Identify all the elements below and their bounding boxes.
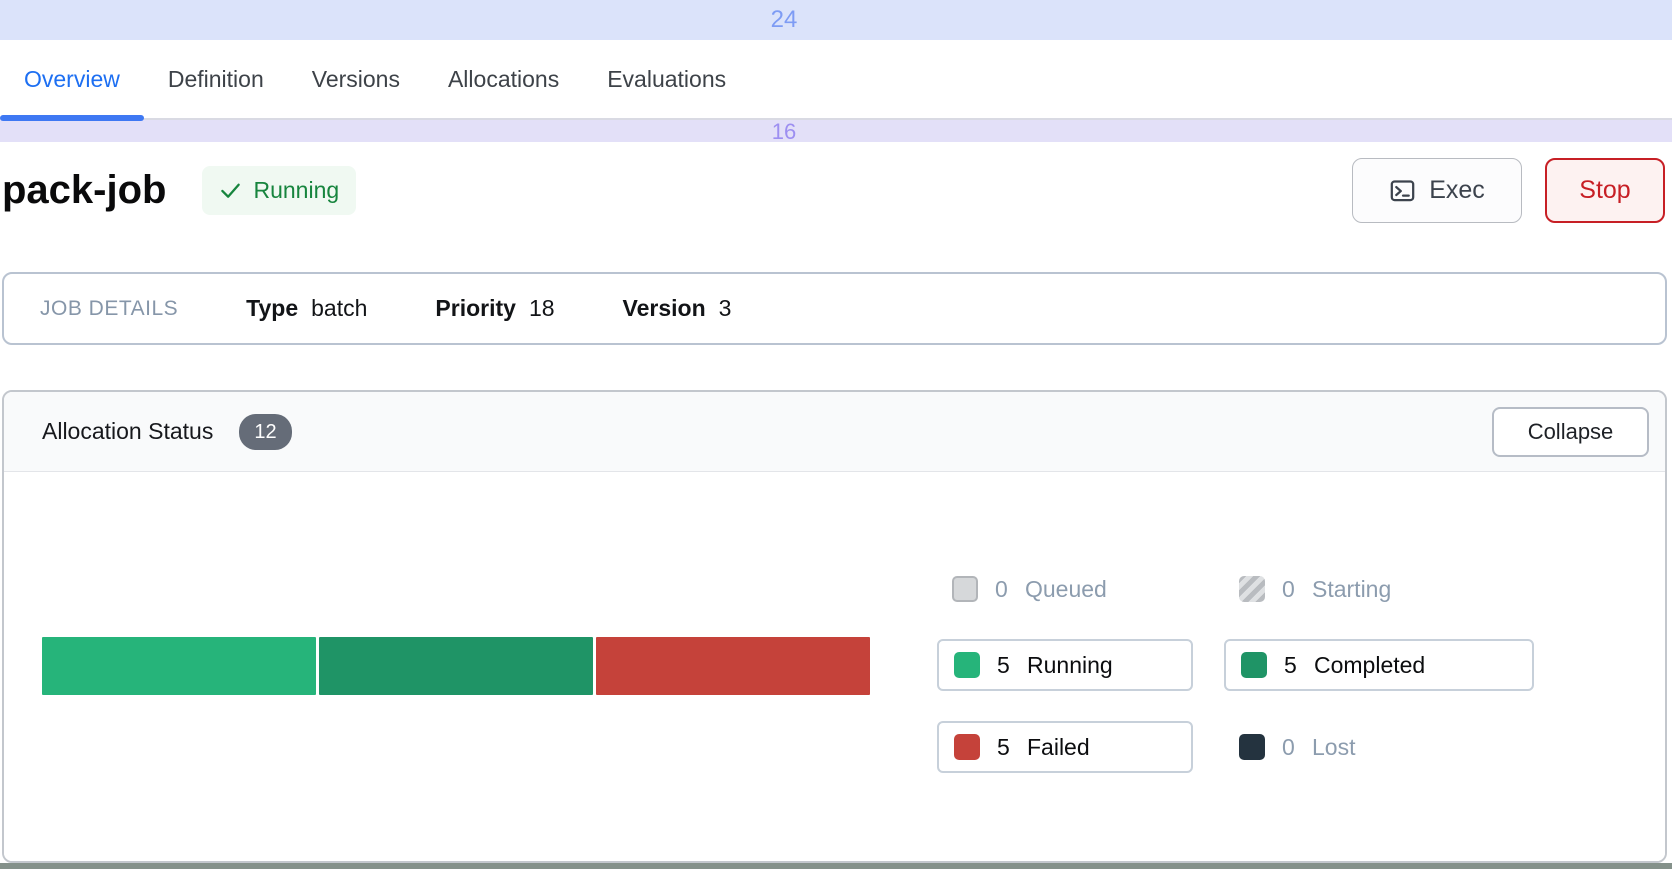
allocation-status-legend: 0 Queued 0 Starting 5 Running 5 Complete… — [937, 569, 1534, 773]
legend-item-queued: 0 Queued — [937, 569, 1193, 609]
running-swatch-icon — [954, 652, 980, 678]
spacing-overlay-16: 16 — [0, 120, 1672, 142]
exec-button[interactable]: Exec — [1352, 158, 1522, 223]
legend-running-count: 5 — [997, 652, 1010, 679]
tab-allocations-label: Allocations — [448, 66, 559, 93]
job-type-value: batch — [311, 295, 367, 322]
status-badge: Running — [202, 166, 356, 215]
legend-lost-label: Lost — [1312, 734, 1355, 761]
page-header: pack-job Running Exec Stop — [0, 158, 1672, 223]
collapse-button[interactable]: Collapse — [1492, 407, 1649, 457]
spacing-overlay-16-label: 16 — [0, 120, 1568, 143]
exec-button-label: Exec — [1429, 176, 1485, 205]
legend-item-failed[interactable]: 5 Failed — [937, 721, 1193, 773]
tab-evaluations[interactable]: Evaluations — [583, 40, 750, 118]
legend-item-running[interactable]: 5 Running — [937, 639, 1193, 691]
job-type-field: Type batch — [246, 295, 367, 322]
tab-definition-label: Definition — [168, 66, 264, 93]
job-tab-bar: Overview Definition Versions Allocations… — [0, 40, 1672, 120]
job-version-field: Version 3 — [623, 295, 732, 322]
lost-swatch-icon — [1239, 734, 1265, 760]
legend-item-lost: 0 Lost — [1224, 721, 1534, 773]
status-badge-label: Running — [253, 177, 339, 204]
legend-item-completed[interactable]: 5 Completed — [1224, 639, 1534, 691]
legend-completed-label: Completed — [1314, 652, 1425, 679]
job-version-value: 3 — [719, 295, 732, 322]
check-icon — [219, 179, 242, 202]
tab-overview[interactable]: Overview — [0, 40, 144, 118]
job-details-bar: JOB DETAILS Type batch Priority 18 Versi… — [2, 272, 1667, 345]
legend-completed-count: 5 — [1284, 652, 1297, 679]
legend-running-label: Running — [1027, 652, 1113, 679]
tab-versions-label: Versions — [312, 66, 400, 93]
tab-overview-label: Overview — [24, 66, 120, 93]
allocation-count-badge: 12 — [239, 414, 291, 450]
allocation-status-body: 0 Queued 0 Starting 5 Running 5 Complete… — [4, 472, 1665, 861]
legend-failed-count: 5 — [997, 734, 1010, 761]
legend-lost-count: 0 — [1282, 734, 1295, 761]
allocation-status-header: Allocation Status 12 Collapse — [4, 392, 1665, 472]
legend-starting-label: Starting — [1312, 576, 1391, 603]
spacing-overlay-24-label: 24 — [0, 0, 1568, 40]
job-details-section-label: JOB DETAILS — [40, 297, 178, 321]
next-section-edge — [0, 863, 1672, 869]
terminal-icon — [1389, 177, 1416, 204]
page-title: pack-job — [2, 168, 166, 213]
legend-queued-label: Queued — [1025, 576, 1107, 603]
legend-queued-count: 0 — [995, 576, 1008, 603]
completed-swatch-icon — [1241, 652, 1267, 678]
legend-failed-label: Failed — [1027, 734, 1090, 761]
job-version-label: Version — [623, 295, 706, 322]
job-priority-label: Priority — [435, 295, 516, 322]
stop-button-label: Stop — [1579, 176, 1630, 205]
queued-swatch-icon — [952, 576, 978, 602]
job-type-label: Type — [246, 295, 298, 322]
chart-segment-completed[interactable] — [319, 637, 593, 695]
tab-evaluations-label: Evaluations — [607, 66, 726, 93]
job-priority-field: Priority 18 — [435, 295, 554, 322]
legend-item-starting: 0 Starting — [1224, 569, 1534, 609]
tab-definition[interactable]: Definition — [144, 40, 288, 118]
tab-versions[interactable]: Versions — [288, 40, 424, 118]
spacing-overlay-24: 24 — [0, 0, 1672, 40]
job-priority-value: 18 — [529, 295, 555, 322]
allocation-status-chart — [42, 637, 870, 695]
chart-segment-running[interactable] — [42, 637, 316, 695]
allocation-status-panel: Allocation Status 12 Collapse 0 Queued 0… — [2, 390, 1667, 863]
legend-starting-count: 0 — [1282, 576, 1295, 603]
collapse-button-label: Collapse — [1528, 419, 1614, 445]
starting-swatch-icon — [1239, 576, 1265, 602]
chart-segment-failed[interactable] — [596, 637, 870, 695]
stop-button[interactable]: Stop — [1545, 158, 1665, 223]
allocation-status-title: Allocation Status — [42, 418, 213, 445]
tab-allocations[interactable]: Allocations — [424, 40, 583, 118]
failed-swatch-icon — [954, 734, 980, 760]
